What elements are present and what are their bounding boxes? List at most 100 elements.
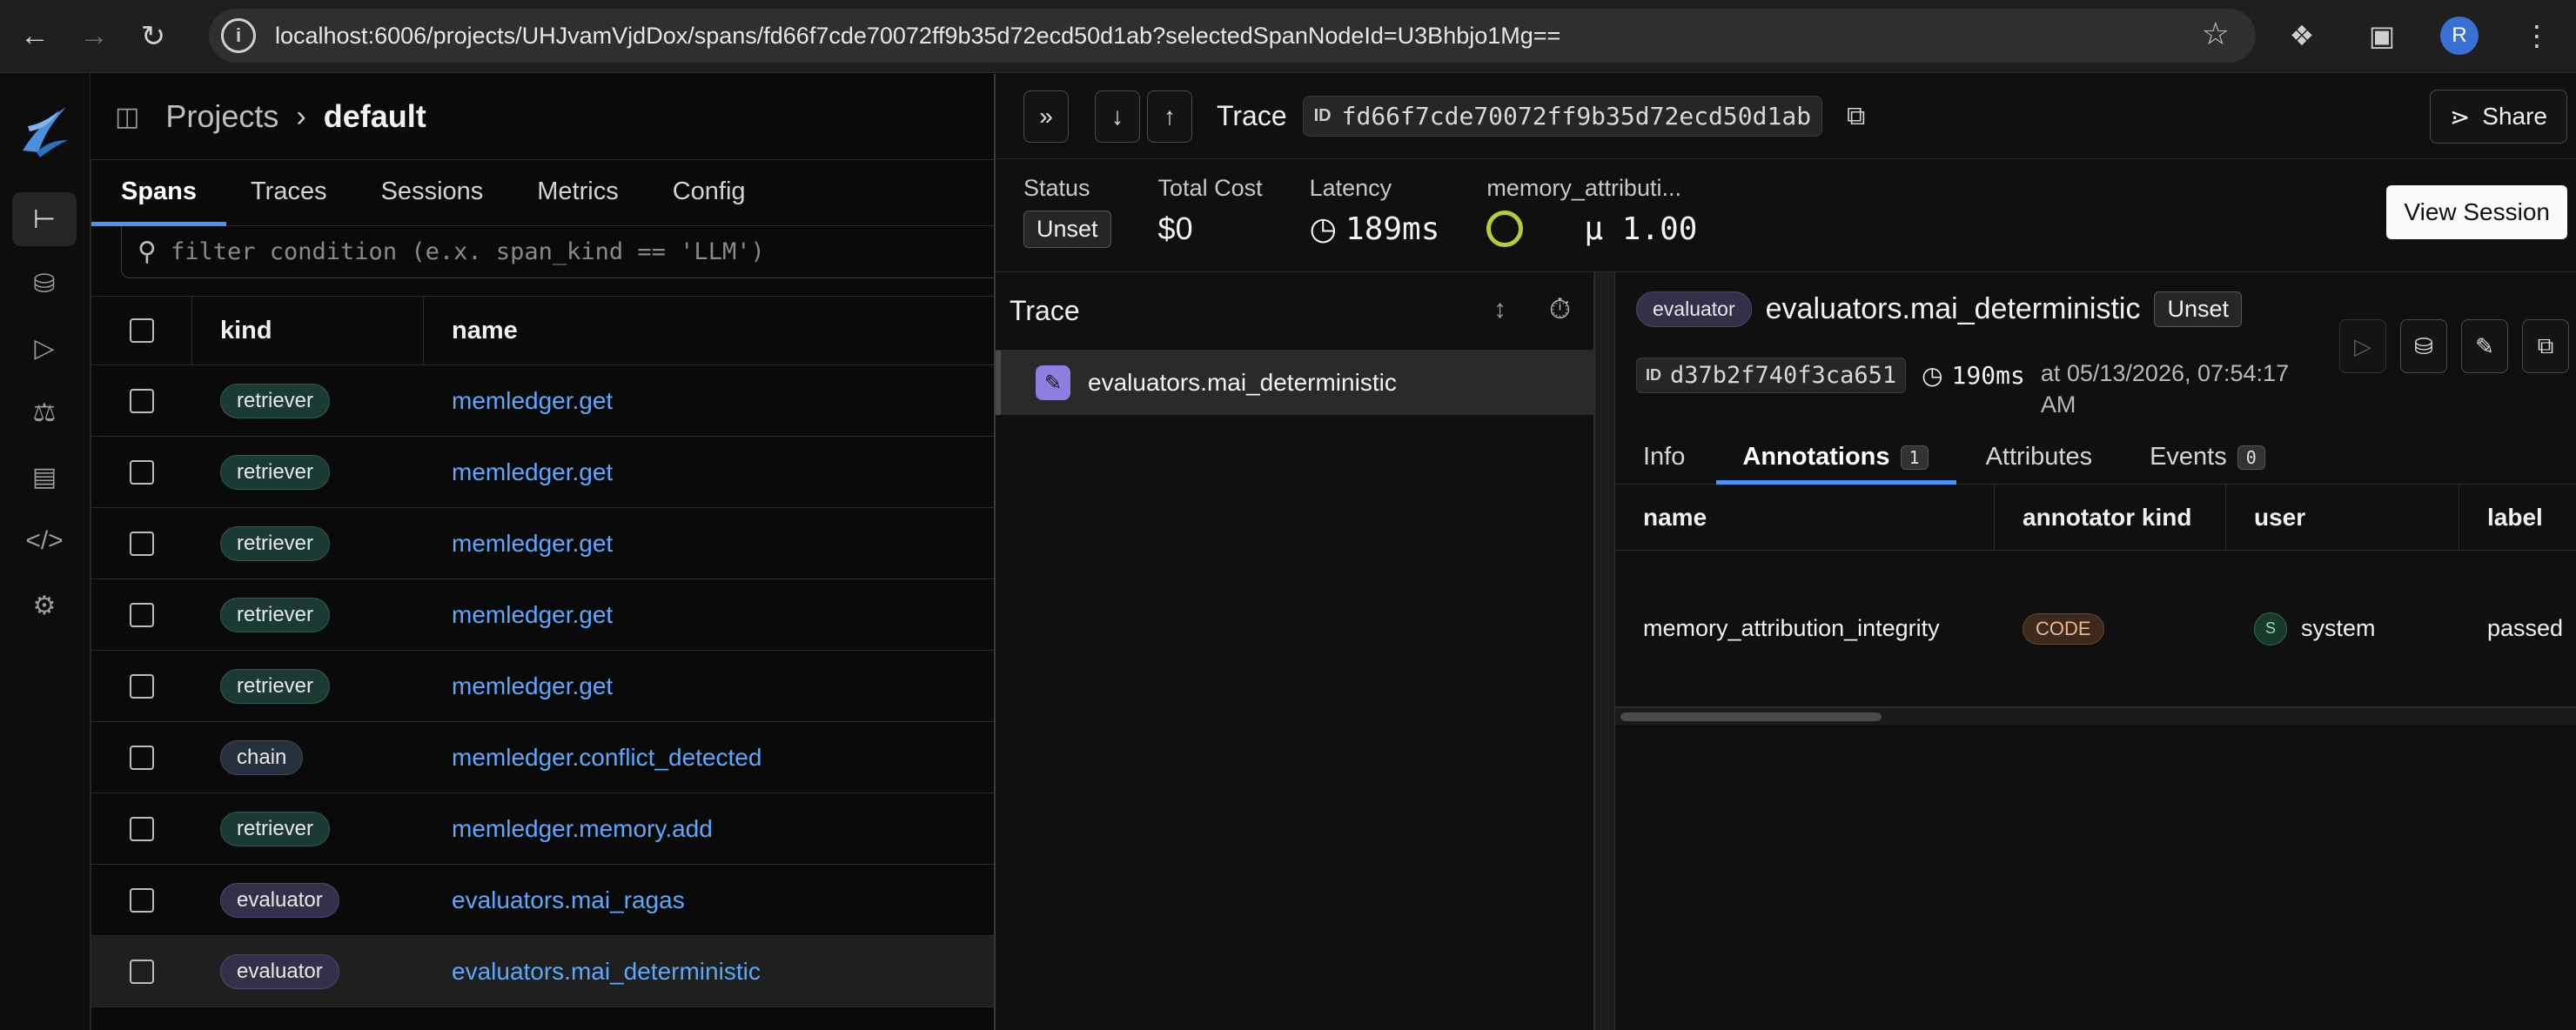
span-timestamp: at 05/13/2026, 07:54:17 AM — [2040, 360, 2290, 418]
horizontal-scrollbar[interactable] — [1615, 707, 2576, 725]
status-label: Status — [1023, 175, 1090, 201]
forward-arrow-icon[interactable]: → — [70, 12, 118, 61]
table-row[interactable]: evaluator evaluators.mai_ragas — [91, 865, 995, 936]
table-row[interactable]: chain memledger.conflict_detected — [91, 722, 995, 793]
pane-resize-handle[interactable] — [1594, 272, 1615, 1030]
table-row[interactable]: retriever memledger.get — [91, 579, 995, 651]
share-button[interactable]: ⋗ Share — [2429, 90, 2567, 144]
span-kind-badge: evaluator — [1636, 291, 1752, 327]
column-user[interactable]: user — [2226, 485, 2459, 550]
tab-traces[interactable]: Traces — [251, 177, 327, 225]
metric-label: memory_attributi... — [1486, 175, 1681, 201]
tab-events[interactable]: Events 0 — [2150, 425, 2265, 484]
bookmark-star-icon[interactable]: ☆ — [2202, 16, 2230, 52]
annotation-row[interactable]: memory_attribution_integrity CODE Ssyste… — [1615, 551, 2576, 707]
settings-gear-icon[interactable]: ⚙ — [12, 579, 77, 632]
scrollbar-thumb[interactable] — [1620, 712, 1882, 721]
table-row[interactable]: retriever memledger.get — [91, 365, 995, 437]
browser-menu-icon[interactable]: ⋮ — [2515, 12, 2559, 59]
table-row[interactable]: retriever memledger.get — [91, 437, 995, 508]
span-name-link[interactable]: memledger.get — [452, 601, 613, 629]
search-icon: ⚲ — [138, 237, 157, 266]
kind-badge: retriever — [220, 525, 331, 561]
score-ring-icon — [1486, 211, 1524, 247]
browser-toolbar: ← → ↻ i localhost:6006/projects/UHJvamVj… — [0, 0, 2576, 73]
select-all-checkbox[interactable] — [129, 318, 154, 343]
tab-config[interactable]: Config — [673, 177, 746, 225]
column-name[interactable]: name — [424, 297, 995, 365]
reload-icon[interactable]: ↻ — [129, 12, 178, 61]
column-label[interactable]: label — [2459, 485, 2576, 550]
span-name-link[interactable]: evaluators.mai_deterministic — [452, 958, 761, 986]
tab-info[interactable]: Info — [1643, 425, 1685, 484]
back-arrow-icon[interactable]: ← — [10, 12, 59, 61]
kind-badge: retriever — [220, 454, 331, 490]
copy-span-icon[interactable]: ⧉ — [2522, 319, 2569, 373]
site-info-icon[interactable]: i — [221, 18, 256, 53]
span-name-link[interactable]: memledger.conflict_detected — [452, 744, 761, 772]
breadcrumb-projects[interactable]: Projects — [165, 98, 278, 135]
datasets-icon[interactable]: ⛁ — [12, 257, 77, 311]
row-checkbox[interactable] — [130, 459, 154, 485]
kind-badge: retriever — [220, 597, 331, 632]
add-to-dataset-icon[interactable]: ⛁ — [2400, 319, 2447, 373]
tab-sessions[interactable]: Sessions — [381, 177, 484, 225]
row-checkbox[interactable] — [130, 816, 154, 841]
kind-badge: chain — [220, 739, 304, 775]
tab-search-icon[interactable]: ▣ — [2360, 12, 2404, 59]
breadcrumb: ◫ Projects › default — [91, 74, 994, 159]
span-name-link[interactable]: memledger.get — [452, 458, 613, 486]
code-icon[interactable]: </> — [12, 514, 77, 568]
view-session-button[interactable]: View Session — [2386, 185, 2567, 239]
row-checkbox[interactable] — [130, 959, 154, 984]
row-checkbox[interactable] — [130, 602, 154, 627]
tab-spans[interactable]: Spans — [91, 177, 227, 226]
prompts-chat-icon[interactable]: ▤ — [12, 450, 77, 504]
column-kind[interactable]: kind — [192, 297, 424, 365]
clock-icon: ◷ — [1922, 362, 1943, 389]
span-status-badge: Unset — [2154, 291, 2243, 327]
evals-scale-icon[interactable]: ⚖ — [12, 385, 77, 439]
span-name-link[interactable]: evaluators.mai_ragas — [452, 886, 685, 914]
address-bar[interactable]: i localhost:6006/projects/UHJvamVjdDox/s… — [209, 9, 2256, 63]
table-row[interactable]: evaluator evaluators.mai_deterministic — [91, 936, 995, 1007]
trace-id: fd66f7cde70072ff9b35d72ecd50d1ab — [1341, 102, 1812, 130]
span-name-link[interactable]: memledger.memory.add — [452, 815, 713, 843]
profile-avatar[interactable]: R — [2440, 17, 2479, 55]
next-trace-arrow-icon[interactable]: ↓ — [1095, 90, 1140, 143]
collapse-all-icon[interactable]: ↕ — [1493, 295, 1506, 324]
trace-tree-node[interactable]: ✎ evaluators.mai_deterministic — [996, 351, 1593, 415]
url-text[interactable]: localhost:6006/projects/UHJvamVjdDox/spa… — [275, 23, 1560, 50]
span-name-link[interactable]: memledger.get — [452, 387, 613, 415]
tracing-icon[interactable]: ⊢ — [12, 192, 77, 246]
row-checkbox[interactable] — [130, 388, 154, 413]
span-name-link[interactable]: memledger.get — [452, 672, 613, 700]
trace-header: » ↓ ↑ Trace ID fd66f7cde70072ff9b35d72ec… — [996, 74, 2576, 159]
sidebar-toggle-icon[interactable]: ◫ — [115, 102, 139, 132]
row-checkbox[interactable] — [130, 887, 154, 913]
table-row[interactable]: retriever memledger.get — [91, 508, 995, 579]
filter-input[interactable]: ⚲ filter condition (e.x. span_kind == 'L… — [121, 226, 995, 278]
collapse-panel-icon[interactable]: » — [1023, 90, 1069, 143]
row-checkbox[interactable] — [130, 745, 154, 770]
play-icon[interactable]: ▷ — [2339, 319, 2386, 373]
previous-trace-arrow-icon[interactable]: ↑ — [1147, 90, 1192, 143]
row-checkbox[interactable] — [130, 531, 154, 556]
tab-annotations[interactable]: Annotations 1 — [1716, 425, 1956, 485]
extensions-icon[interactable]: ❖ — [2280, 12, 2324, 59]
share-icon: ⋗ — [2449, 103, 2471, 130]
playground-icon[interactable]: ▷ — [12, 321, 77, 375]
tab-attributes[interactable]: Attributes — [1986, 425, 2093, 484]
column-annotation-name[interactable]: name — [1615, 485, 1995, 550]
table-row[interactable]: retriever memledger.get — [91, 651, 995, 722]
copy-icon[interactable]: ⧉ — [1847, 102, 1865, 131]
column-annotator-kind[interactable]: annotator kind — [1995, 485, 2226, 550]
table-row[interactable]: retriever memledger.memory.add — [91, 793, 995, 865]
span-name-link[interactable]: memledger.get — [452, 530, 613, 558]
breadcrumb-project[interactable]: default — [324, 98, 426, 135]
tab-metrics[interactable]: Metrics — [537, 177, 618, 225]
edit-pencil-icon[interactable]: ✎ — [2461, 319, 2508, 373]
timer-icon[interactable]: ⏱ — [1549, 293, 1571, 326]
row-checkbox[interactable] — [130, 673, 154, 699]
filter-placeholder[interactable]: filter condition (e.x. span_kind == 'LLM… — [171, 238, 765, 265]
